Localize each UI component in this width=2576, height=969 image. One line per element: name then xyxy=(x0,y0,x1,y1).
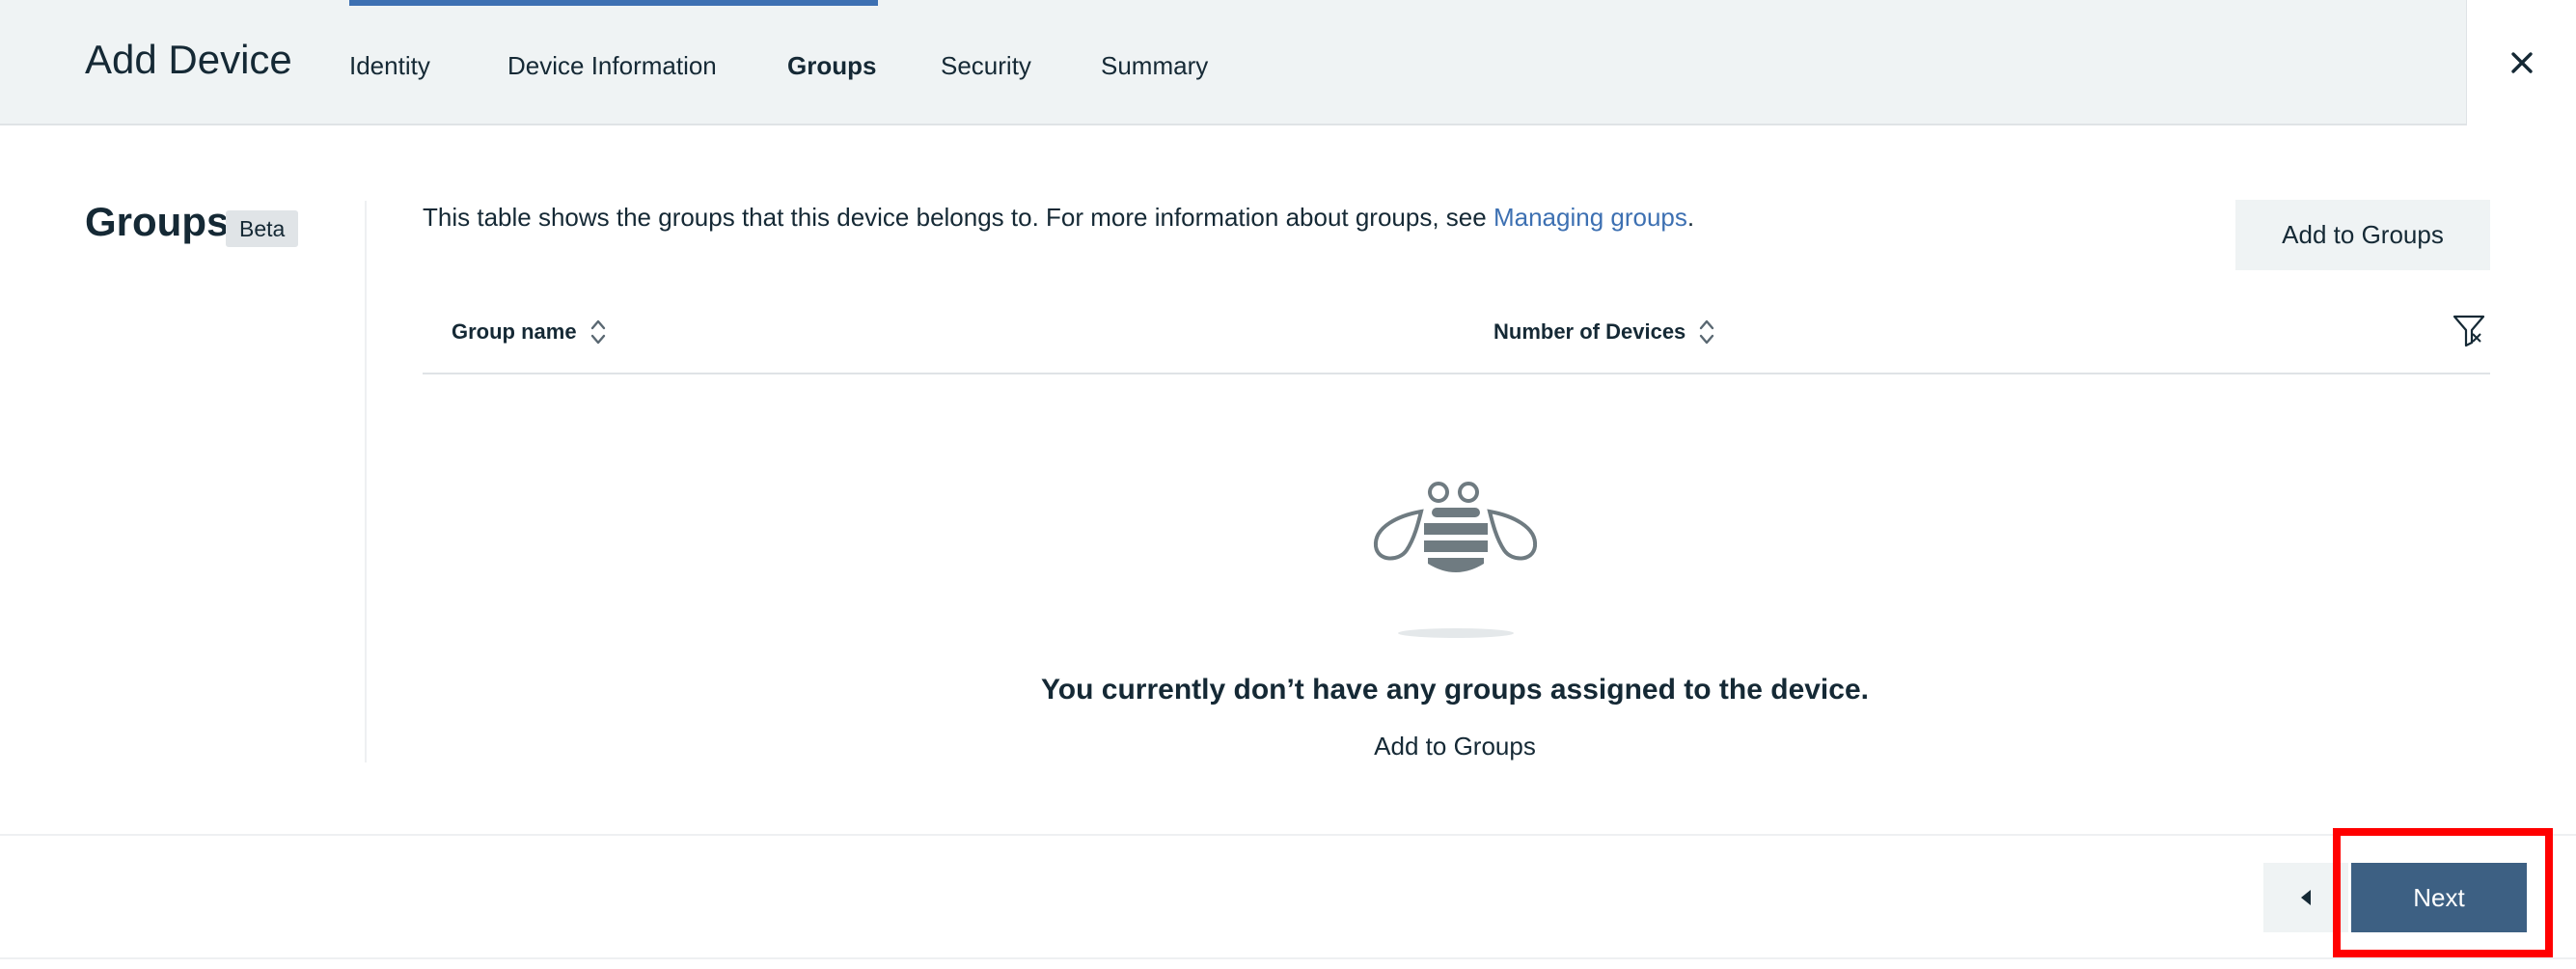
tab-groups[interactable]: Groups xyxy=(787,0,876,125)
filter-icon xyxy=(2453,315,2485,347)
groups-table-header: Group name Number of Devices xyxy=(423,299,2490,374)
managing-groups-link[interactable]: Managing groups xyxy=(1494,203,1687,232)
back-button[interactable] xyxy=(2263,863,2348,932)
description-end: . xyxy=(1686,203,1695,232)
tab-summary[interactable]: Summary xyxy=(1101,0,1208,125)
column-group-name-label: Group name xyxy=(452,319,577,344)
page-title: Add Device xyxy=(85,37,292,82)
empty-state-title: You currently don’t have any groups assi… xyxy=(1041,674,1869,706)
groups-description: This table shows the groups that this de… xyxy=(423,203,1694,233)
column-group-name[interactable]: Group name xyxy=(452,318,606,346)
bottom-divider xyxy=(0,957,2576,959)
beta-badge: Beta xyxy=(226,210,299,247)
tab-device-information[interactable]: Device Information xyxy=(507,0,717,125)
active-tab-indicator xyxy=(349,0,878,6)
sort-icon xyxy=(590,319,605,345)
column-number-of-devices[interactable]: Number of Devices xyxy=(1494,318,1714,346)
tab-identity[interactable]: Identity xyxy=(349,0,430,125)
section-title: Groups xyxy=(85,199,230,244)
caret-left-icon xyxy=(2301,890,2311,905)
sort-icon xyxy=(1700,319,1714,345)
empty-state-add-link[interactable]: Add to Groups xyxy=(0,732,2576,761)
close-icon xyxy=(2510,52,2533,73)
footer-divider xyxy=(0,834,2576,836)
column-number-of-devices-label: Number of Devices xyxy=(1494,319,1686,344)
description-text: This table shows the groups that this de… xyxy=(423,203,1494,232)
filter-button[interactable] xyxy=(2452,313,2486,352)
bee-icon xyxy=(1360,473,1553,647)
next-button[interactable]: Next xyxy=(2351,863,2527,932)
close-button[interactable] xyxy=(2466,0,2576,125)
tab-security[interactable]: Security xyxy=(941,0,1031,125)
add-to-groups-button[interactable]: Add to Groups xyxy=(2235,200,2490,270)
